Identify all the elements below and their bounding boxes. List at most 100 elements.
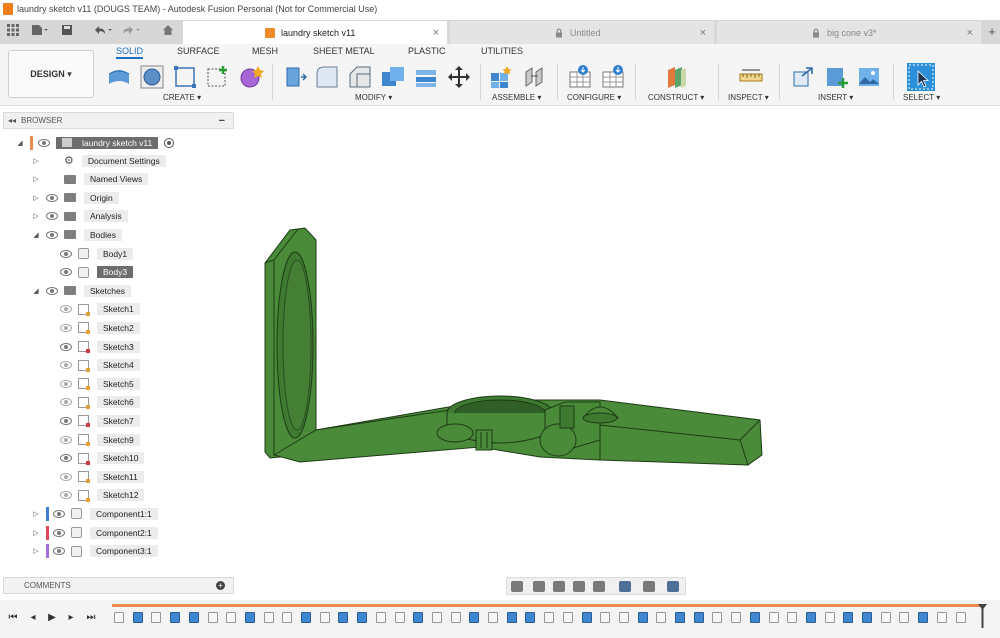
tree-item-sketch9[interactable]: Sketch9 [60,431,140,448]
tree-item-named-views[interactable]: ▷ Named Views [32,171,149,188]
collapse-browser-icon[interactable]: ◂◂ [8,116,16,125]
tree-item-document-settings[interactable]: ▷ ⚙ Document Settings [32,152,166,169]
look-at-icon[interactable] [533,581,545,592]
assemble-group-label[interactable]: ASSEMBLE ▾ [492,93,541,102]
timeline-feature-icon[interactable] [675,612,685,623]
timeline-feature-icon[interactable] [450,612,461,623]
visibility-eye-icon[interactable] [60,249,72,258]
timeline-feature-icon[interactable] [226,612,237,623]
activate-radio-icon[interactable] [164,137,175,148]
timeline-feature-icon[interactable] [319,612,330,623]
tree-item-sketch1[interactable]: Sketch1 [60,301,140,318]
expand-toggle-icon[interactable]: ▷ [32,212,40,220]
combine-icon[interactable] [380,64,406,90]
timeline-feature-icon[interactable] [413,612,424,623]
timeline-feature-icon[interactable] [114,612,124,623]
timeline-feature-icon[interactable] [394,612,405,623]
visibility-eye-icon[interactable] [60,379,72,388]
go-to-end-icon[interactable]: ⏭ [86,613,96,623]
tree-item-label[interactable]: Origin [84,191,119,204]
construct-group-label[interactable]: CONSTRUCT ▾ [648,93,704,102]
step-forward-icon[interactable]: ▸ [66,613,76,623]
measure-icon[interactable] [738,64,764,90]
tab-utilities[interactable]: UTILITIES [481,46,523,56]
visibility-eye-icon[interactable] [46,193,58,202]
timeline-feature-icon[interactable] [731,612,742,623]
file-menu-icon[interactable] [30,24,50,40]
select-icon[interactable] [906,62,936,92]
tree-item-label[interactable]: Sketch12 [97,489,145,502]
tree-item-sketch6[interactable]: Sketch6 [60,394,140,411]
visibility-eye-icon[interactable] [46,212,58,221]
visibility-eye-icon[interactable] [60,323,72,332]
insert-group-label[interactable]: INSERT ▾ [818,93,853,102]
timeline-feature-icon[interactable] [749,612,760,623]
timeline-feature-icon[interactable] [244,612,255,623]
home-icon[interactable] [158,24,178,40]
minimize-browser-icon[interactable]: − [219,115,225,127]
expand-toggle-icon[interactable]: ▷ [32,510,40,518]
tree-item-label[interactable]: Sketch5 [97,377,140,390]
timeline-feature-icon[interactable] [618,612,629,623]
configure-table-icon[interactable] [567,64,593,90]
tree-item-label[interactable]: Sketch11 [97,470,144,483]
expand-toggle-icon[interactable]: ▷ [32,194,40,202]
save-icon[interactable] [60,24,74,40]
pan-hand-icon[interactable] [553,581,565,592]
timeline-feature-icon[interactable] [544,612,555,623]
tree-item-component1-1[interactable]: ▷ Component1:1 [32,505,158,522]
play-icon[interactable]: ▶ [47,613,57,623]
sketch-point-icon[interactable] [205,64,231,90]
create-group-label[interactable]: CREATE ▾ [163,93,201,102]
timeline-feature-icon[interactable] [151,612,162,623]
timeline-feature-icon[interactable] [824,612,835,623]
timeline-feature-icon[interactable] [170,612,181,623]
undo-icon[interactable] [92,24,114,40]
timeline-feature-icon[interactable] [562,612,573,623]
tree-item-component2-1[interactable]: ▷ Component2:1 [32,524,158,541]
timeline-feature-icon[interactable] [843,612,854,623]
apps-grid-icon[interactable] [6,24,20,40]
offset-plane-icon[interactable] [664,64,690,90]
tab-solid[interactable]: SOLID [116,46,144,59]
tree-item-label[interactable]: Component2:1 [90,526,158,539]
move-copy-icon[interactable] [446,64,472,90]
inspect-group-label[interactable]: INSPECT ▾ [728,93,769,102]
timeline-marker[interactable] [978,604,987,628]
orbit-icon[interactable] [511,581,523,592]
timeline-feature-icon[interactable] [656,612,667,623]
visibility-eye-icon[interactable] [60,454,72,463]
timeline-feature-icon[interactable] [693,612,704,623]
tree-item-label[interactable]: Component3:1 [90,545,158,558]
tree-item-label[interactable]: Sketch10 [97,452,145,465]
visibility-eye-icon[interactable] [53,528,65,537]
tab-plastic[interactable]: PLASTIC [408,46,446,56]
tree-item-sketch3[interactable]: Sketch3 [60,338,140,355]
timeline-feature-icon[interactable] [880,612,891,623]
tree-item-sketch5[interactable]: Sketch5 [60,375,140,392]
timeline-feature-icon[interactable] [282,612,293,623]
tree-item-label[interactable]: Body3 [97,266,134,279]
timeline-feature-icon[interactable] [488,612,498,623]
form-icon[interactable] [238,64,264,90]
visibility-eye-icon[interactable] [60,398,72,407]
timeline-feature-icon[interactable] [301,612,311,623]
visibility-eye-icon[interactable] [38,138,50,147]
expand-toggle-icon[interactable]: ▷ [32,175,40,183]
visibility-eye-icon[interactable] [60,268,72,277]
comments-panel[interactable]: COMMENTS + [3,577,234,594]
configure-rule-icon[interactable] [600,64,626,90]
visibility-eye-icon[interactable] [60,491,72,500]
timeline-feature-icon[interactable] [338,612,349,623]
tab-sheet-metal[interactable]: SHEET METAL [313,46,375,56]
timeline-feature-icon[interactable] [787,612,798,623]
tree-item-label[interactable]: Bodies [84,228,122,241]
visibility-eye-icon[interactable] [53,509,65,518]
timeline-feature-icon[interactable] [188,612,199,623]
select-group-label[interactable]: SELECT ▾ [903,93,940,102]
insert-mesh-icon[interactable] [824,64,850,90]
visibility-eye-icon[interactable] [60,342,72,351]
expand-toggle-icon[interactable]: ◢ [16,139,24,147]
tree-item-label[interactable]: Sketches [84,284,131,297]
sketch-circle-icon[interactable] [139,64,165,90]
